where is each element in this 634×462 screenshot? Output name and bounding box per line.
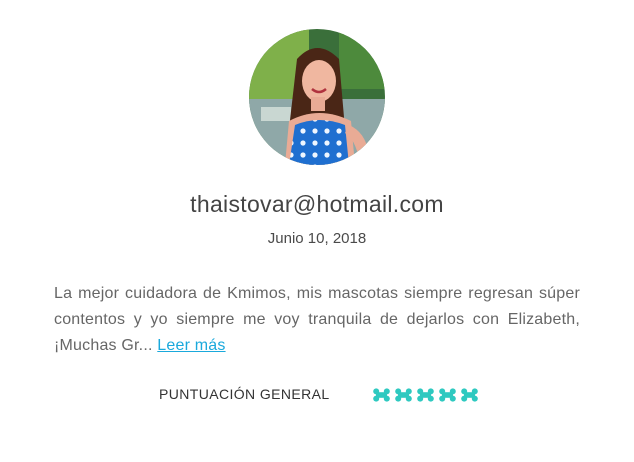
avatar-photo — [249, 29, 385, 165]
review-body: La mejor cuidadora de Kmimos, mis mascot… — [54, 285, 580, 354]
reviewer-email: thaistovar@hotmail.com — [190, 191, 444, 217]
review-card: thaistovar@hotmail.com Junio 10, 2018 La… — [0, 0, 634, 462]
dog-bone-icon — [417, 388, 434, 402]
overall-rating: PUNTUACIÓN GENERAL — [0, 385, 634, 407]
dog-bone-icon — [373, 388, 390, 402]
dog-bone-icon — [439, 388, 456, 402]
review-text: La mejor cuidadora de Kmimos, mis mascot… — [54, 281, 580, 359]
review-date: Junio 10, 2018 — [267, 230, 367, 247]
rating-bones — [373, 388, 478, 402]
rating-label: PUNTUACIÓN GENERAL — [159, 386, 330, 402]
dog-bone-icon — [395, 388, 412, 402]
read-more-link[interactable]: Leer más — [157, 337, 225, 354]
avatar[interactable] — [249, 29, 385, 165]
dog-bone-icon — [461, 388, 478, 402]
